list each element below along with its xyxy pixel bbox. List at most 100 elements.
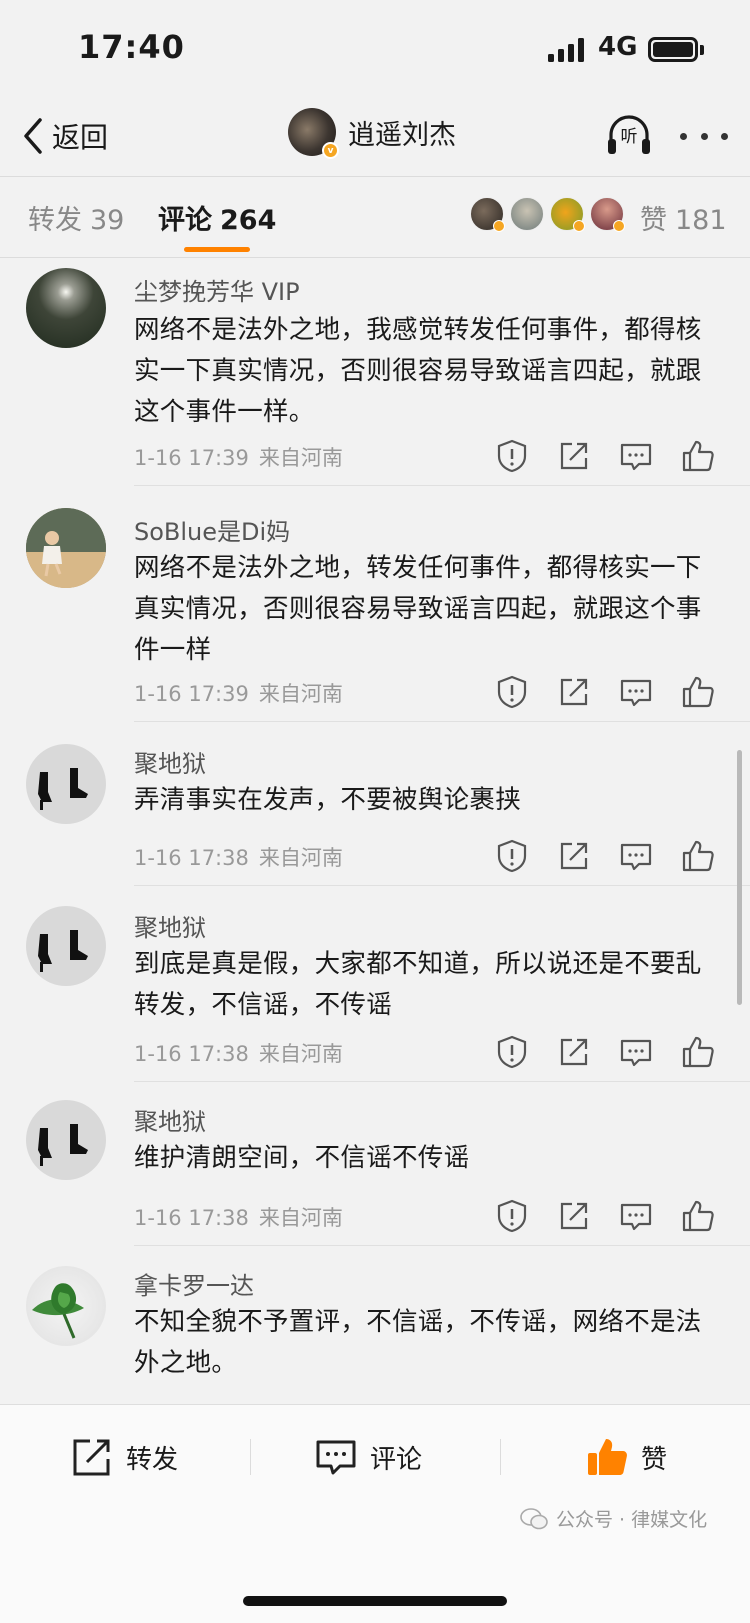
- comment-meta: 1-16 17:38 来自河南: [134, 1202, 343, 1232]
- tab-comments-label: 评论: [158, 205, 212, 236]
- comment-text: 网络不是法外之地，转发任何事件，都得核实一下真实情况，否则很容易导致谣言四起，就…: [134, 553, 702, 665]
- comment-icon: [316, 1440, 356, 1475]
- share-icon[interactable]: [556, 838, 592, 874]
- comment-actions: [494, 1034, 734, 1070]
- reply-icon[interactable]: [618, 838, 654, 874]
- reply-icon[interactable]: [618, 438, 654, 474]
- list-item: SoBlue是Di妈 网络不是法外之地，转发任何事件，都得核实一下真实情况，否则…: [0, 486, 750, 722]
- status-time: 17:40: [78, 28, 185, 66]
- comment-username[interactable]: 聚地狱: [134, 744, 206, 779]
- comment-meta: 1-16 17:38 来自河南: [134, 1038, 343, 1068]
- forward-button[interactable]: 转发: [70, 1435, 178, 1479]
- report-icon[interactable]: [494, 438, 530, 474]
- home-indicator[interactable]: [243, 1596, 507, 1606]
- comment-username[interactable]: 聚地狱: [134, 1102, 206, 1137]
- reply-icon[interactable]: [618, 1034, 654, 1070]
- comment-location: 来自河南: [258, 846, 343, 870]
- comment-text: 维护清朗空间，不信谣不传谣: [134, 1143, 470, 1173]
- scrollbar[interactable]: [737, 750, 742, 1005]
- verified-badge-icon: v: [322, 142, 339, 159]
- comment-location: 来自河南: [258, 1206, 343, 1230]
- report-icon[interactable]: [494, 1198, 530, 1234]
- share-icon[interactable]: [556, 438, 592, 474]
- avatar[interactable]: [26, 1100, 106, 1180]
- watermark: 公众号 · 律媒文化: [520, 1505, 707, 1532]
- tab-comments[interactable]: 评论 264: [158, 198, 276, 237]
- avatar[interactable]: [26, 1266, 106, 1346]
- report-icon[interactable]: [494, 1034, 530, 1070]
- chevron-left-icon: [24, 118, 42, 154]
- liker-avatars[interactable]: [470, 197, 630, 232]
- share-icon[interactable]: [556, 1198, 592, 1234]
- comment-actions: [494, 674, 734, 710]
- comment-username[interactable]: 尘梦挽芳华 VIP: [134, 272, 300, 307]
- comment-meta: [134, 1394, 144, 1404]
- avatar[interactable]: [26, 744, 106, 824]
- like-icon[interactable]: [680, 438, 716, 474]
- comment-time: 1-16 17:38: [134, 1042, 249, 1066]
- comment-text: 弄清事实在发声，不要被舆论裹挟: [134, 785, 522, 815]
- comment-meta: 1-16 17:38 来自河南: [134, 842, 343, 872]
- battery-icon: [648, 37, 698, 62]
- comment-location: 来自河南: [258, 1042, 343, 1066]
- divider: [0, 176, 750, 177]
- comment-username[interactable]: 拿卡罗一达: [134, 1266, 254, 1301]
- comment-meta: 1-16 17:39 来自河南: [134, 678, 343, 708]
- like-button[interactable]: 赞: [585, 1435, 667, 1479]
- tab-likes-count: 181: [675, 205, 727, 236]
- comment-meta: 1-16 17:39 来自河南: [134, 442, 343, 472]
- like-label: 赞: [641, 1444, 668, 1475]
- tab-forward[interactable]: 转发 39: [28, 198, 124, 237]
- tab-forward-count: 39: [90, 205, 125, 236]
- comment-location: 来自河南: [258, 446, 343, 470]
- list-item: 拿卡罗一达 不知全貌不予置评，不信谣，不传谣，网络不是法外之地。: [0, 1246, 750, 1404]
- avatar[interactable]: [470, 197, 505, 232]
- avatar[interactable]: [590, 197, 625, 232]
- list-item: 聚地狱 维护清朗空间，不信谣不传谣 1-16 17:38 来自河南: [0, 1082, 750, 1246]
- like-icon[interactable]: [680, 1198, 716, 1234]
- nav-user[interactable]: v 逍遥刘杰: [288, 108, 456, 159]
- like-icon[interactable]: [680, 838, 716, 874]
- comment-location: 来自河南: [258, 682, 343, 706]
- comment-text: 不知全貌不予置评，不信谣，不传谣，网络不是法外之地。: [134, 1307, 702, 1378]
- comment-actions: [494, 438, 734, 474]
- list-item: 尘梦挽芳华 VIP 网络不是法外之地，我感觉转发任何事件，都得核实一下真实情况，…: [0, 258, 750, 486]
- comment-text: 到底是真是假，大家都不知道，所以说还是不要乱转发，不信谣，不传谣: [134, 949, 702, 1020]
- like-filled-icon: [588, 1439, 627, 1475]
- share-icon[interactable]: [556, 1034, 592, 1070]
- comment-username[interactable]: SoBlue是Di妈: [134, 512, 290, 547]
- divider: [500, 1439, 501, 1475]
- tab-row: 转发 39 评论 264 赞 181: [0, 176, 750, 258]
- comment-time: 1-16 17:39: [134, 682, 249, 706]
- report-icon[interactable]: [494, 674, 530, 710]
- battery-tip: [700, 45, 704, 55]
- comment-username[interactable]: 聚地狱: [134, 908, 206, 943]
- share-icon[interactable]: [556, 674, 592, 710]
- listen-button[interactable]: 听: [604, 110, 654, 160]
- tab-likes-label: 赞: [640, 205, 667, 236]
- like-icon[interactable]: [680, 1034, 716, 1070]
- wechat-icon: [520, 1507, 548, 1529]
- tab-forward-label: 转发: [28, 205, 82, 236]
- reply-icon[interactable]: [618, 1198, 654, 1234]
- report-icon[interactable]: [494, 838, 530, 874]
- avatar[interactable]: [550, 197, 585, 232]
- comment-button[interactable]: 评论: [314, 1435, 422, 1479]
- divider: [250, 1439, 251, 1475]
- watermark-text: 公众号 · 律媒文化: [556, 1509, 708, 1531]
- comment-actions: [494, 1198, 734, 1234]
- tab-comments-count: 264: [220, 205, 277, 236]
- tab-likes[interactable]: 赞 181: [640, 198, 727, 237]
- comment-actions: [494, 838, 734, 874]
- avatar[interactable]: [26, 906, 106, 986]
- reply-icon[interactable]: [618, 674, 654, 710]
- avatar[interactable]: [26, 508, 106, 588]
- like-icon[interactable]: [680, 674, 716, 710]
- forward-label: 转发: [126, 1444, 179, 1475]
- more-icon[interactable]: [680, 118, 728, 154]
- back-button[interactable]: 返回: [20, 114, 108, 158]
- avatar[interactable]: v: [288, 108, 339, 159]
- nav-username[interactable]: 逍遥刘杰: [348, 113, 456, 152]
- avatar[interactable]: [510, 197, 544, 231]
- avatar[interactable]: [26, 268, 106, 348]
